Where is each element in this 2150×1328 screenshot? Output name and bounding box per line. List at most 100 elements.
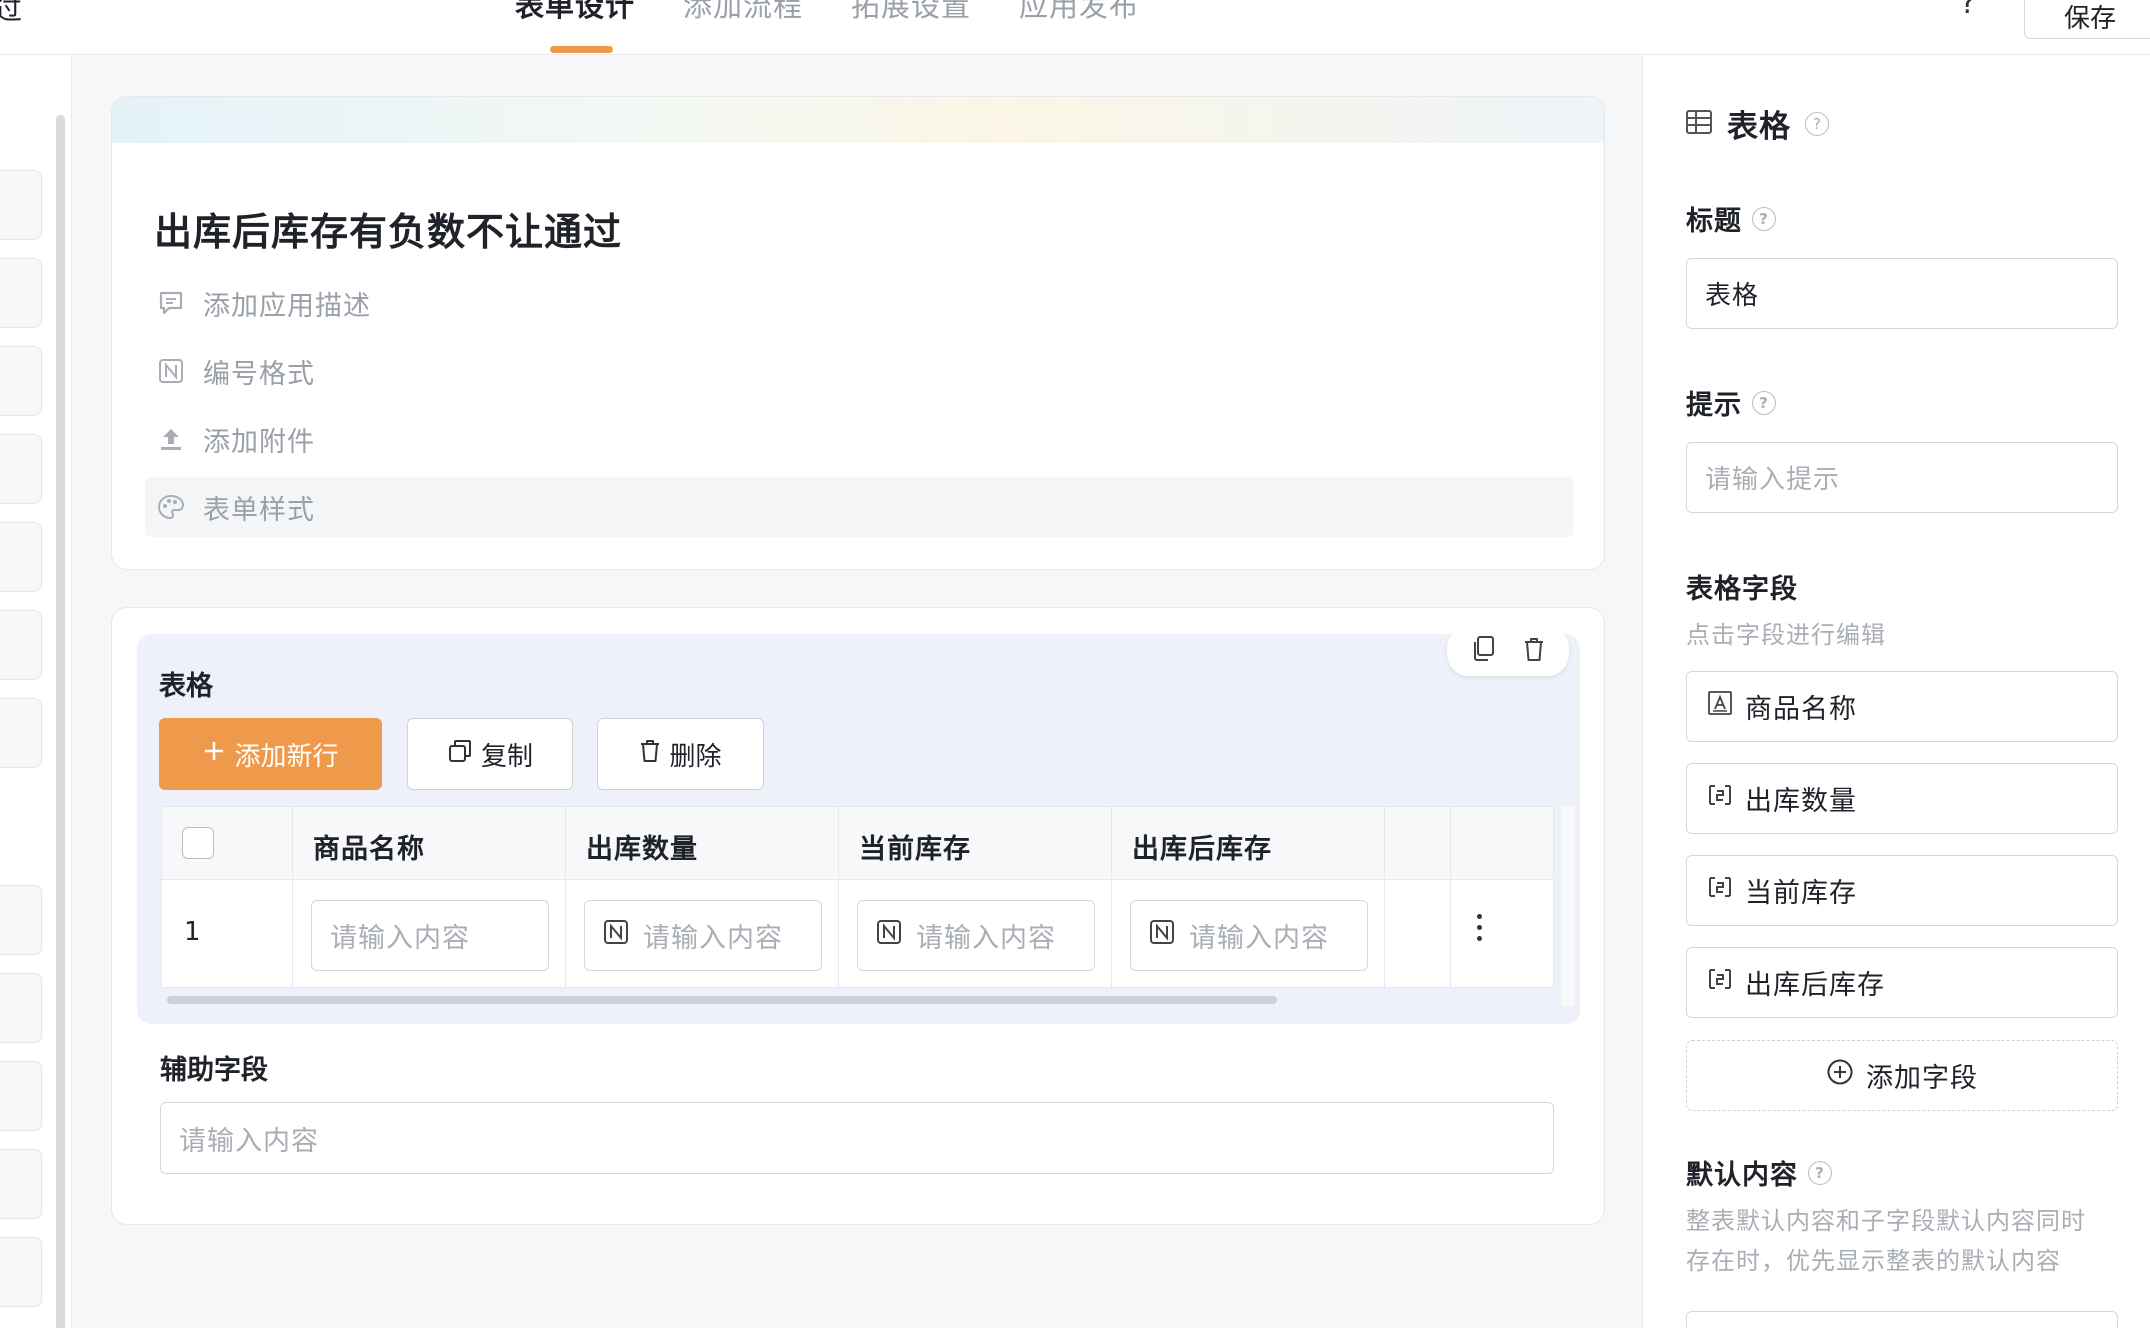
delete-button[interactable]: 删除 (597, 718, 764, 790)
component-chip[interactable] (0, 170, 42, 240)
form-title[interactable]: 出库后库存有负数不让通过 (154, 201, 622, 256)
field-item-current-stock[interactable]: 当前库存 (1686, 855, 2118, 926)
duplicate-icon[interactable] (1470, 635, 1496, 667)
add-field-button[interactable]: 添加字段 (1686, 1040, 2118, 1111)
field-item-post-stock[interactable]: 出库后库存 (1686, 947, 2118, 1018)
label-text: 标题 (1686, 206, 1742, 237)
title-value: 表格 (1705, 281, 1760, 311)
aux-field-label: 辅助字段 (160, 1055, 268, 1086)
number-format-option[interactable]: 编号格式 (145, 341, 1573, 401)
field-label: 当前库存 (1745, 878, 1857, 909)
form-header-card: 出库后库存有负数不让通过 添加应用描述 编号格式 添加附件 表单样式 (111, 96, 1605, 570)
field-item-outbound-qty[interactable]: 出库数量 (1686, 763, 2118, 834)
sub-table: 商品名称 出库数量 当前库存 出库后库存 1 请输入内容 请输入内容 请输入内容… (161, 806, 1554, 988)
component-rail (0, 55, 72, 1328)
tip-prop-label: 提示 ? (1686, 383, 1776, 422)
field-item-product-name[interactable]: 商品名称 (1686, 671, 2118, 742)
help-icon[interactable]: ? (1960, 0, 1976, 21)
column-divider (292, 807, 293, 987)
tip-prop-input[interactable]: 请输入提示 (1686, 442, 2118, 513)
field-label: 商品名称 (1745, 694, 1857, 725)
column-header[interactable]: 出库后库存 (1132, 827, 1272, 866)
default-hint-line: 存在时，优先显示整表的默认内容 (1686, 1247, 2061, 1275)
copy-button[interactable]: 复制 (407, 718, 573, 790)
help-circle-icon[interactable]: ? (1805, 111, 1829, 136)
title-prop-input[interactable]: 表格 (1686, 258, 2118, 329)
cell-placeholder: 请输入内容 (330, 923, 470, 954)
form-body-card: 表格 添加新行 复制 删除 商品名称 出库数量 当前库存 出库后库存 1 请输入… (111, 607, 1605, 1225)
default-content-input[interactable] (1686, 1311, 2118, 1328)
number-icon (155, 355, 187, 387)
add-attachment-option[interactable]: 添加附件 (145, 409, 1573, 469)
table-title: 表格 (159, 671, 213, 702)
cell-placeholder: 请输入内容 (643, 923, 783, 954)
component-chip[interactable] (0, 973, 42, 1043)
column-header[interactable]: 出库数量 (586, 827, 698, 866)
field-label: 出库后库存 (1745, 970, 1885, 1001)
column-header[interactable]: 当前库存 (859, 827, 971, 866)
rail-scrollbar[interactable] (56, 115, 65, 1328)
tab-add-process[interactable]: 添加流程 (683, 0, 803, 26)
component-chip[interactable] (0, 346, 42, 416)
tab-app-publish[interactable]: 应用发布 (1019, 0, 1139, 26)
help-circle-icon[interactable]: ? (1752, 206, 1776, 231)
active-tab-indicator (550, 46, 613, 53)
table-vertical-scrollbar[interactable] (1561, 806, 1575, 1006)
component-toolbar (1447, 626, 1569, 676)
component-chip[interactable] (0, 258, 42, 328)
add-row-button[interactable]: 添加新行 (159, 718, 382, 790)
upload-icon (155, 423, 187, 455)
current-stock-input[interactable]: 请输入内容 (857, 900, 1095, 971)
aux-placeholder: 请输入内容 (179, 1125, 319, 1157)
save-button[interactable]: 保存 (2024, 0, 2150, 39)
product-name-input[interactable]: 请输入内容 (311, 900, 549, 971)
add-row-label: 添加新行 (234, 741, 339, 772)
plus-icon (202, 739, 226, 770)
form-designer-page: 过 表单设计 添加流程 拓展设置 应用发布 ? 保存 出库后库存有负数不让通过 (0, 0, 2150, 1328)
add-description-option[interactable]: 添加应用描述 (145, 273, 1573, 333)
title-prop-label: 标题 ? (1686, 199, 1776, 238)
row-more-icon[interactable] (1464, 907, 1494, 947)
component-chip[interactable] (0, 698, 42, 768)
column-divider (1384, 807, 1385, 987)
comment-icon (155, 287, 187, 319)
component-chip[interactable] (0, 1149, 42, 1219)
fields-hint: 点击字段进行编辑 (1686, 621, 1886, 649)
header-banner (112, 97, 1604, 143)
component-chip[interactable] (0, 885, 42, 955)
outbound-qty-input[interactable]: 请输入内容 (584, 900, 822, 971)
top-bar: 过 表单设计 添加流程 拓展设置 应用发布 ? 保存 (0, 0, 2150, 55)
number-icon (603, 919, 629, 952)
number-icon (1149, 919, 1175, 952)
post-stock-input[interactable]: 请输入内容 (1130, 900, 1368, 971)
component-chip[interactable] (0, 1237, 42, 1307)
tab-extension-settings[interactable]: 拓展设置 (851, 0, 971, 26)
form-style-option[interactable]: 表单样式 (145, 477, 1573, 537)
component-chip[interactable] (0, 610, 42, 680)
trash-icon[interactable] (1522, 635, 1546, 667)
component-chip[interactable] (0, 522, 42, 592)
copy-icon (447, 738, 473, 771)
field-label: 出库数量 (1745, 786, 1857, 817)
select-all-checkbox[interactable] (182, 827, 214, 859)
help-circle-icon[interactable]: ? (1808, 1160, 1832, 1185)
component-chip[interactable] (0, 1061, 42, 1131)
help-circle-icon[interactable]: ? (1752, 390, 1776, 415)
tab-form-design[interactable]: 表单设计 (515, 0, 635, 26)
back-link[interactable]: 过 (0, 0, 22, 28)
table-horizontal-scrollbar[interactable] (167, 996, 1277, 1004)
column-header[interactable]: 商品名称 (313, 827, 425, 866)
option-label: 添加应用描述 (203, 290, 371, 322)
add-field-label: 添加字段 (1866, 1063, 1978, 1094)
option-label: 表单样式 (203, 494, 315, 526)
plus-circle-icon (1826, 1058, 1854, 1093)
component-chip[interactable] (0, 434, 42, 504)
table-component[interactable]: 表格 添加新行 复制 删除 商品名称 出库数量 当前库存 出库后库存 1 请输入… (137, 626, 1580, 1024)
trash-icon (639, 738, 661, 771)
aux-field-input[interactable]: 请输入内容 (160, 1102, 1554, 1174)
default-hint-line: 整表默认内容和子字段默认内容同时 (1686, 1207, 2086, 1235)
row-index: 1 (184, 917, 201, 947)
cell-placeholder: 请输入内容 (916, 923, 1056, 954)
delete-label: 删除 (669, 741, 722, 772)
copy-label: 复制 (480, 741, 533, 772)
